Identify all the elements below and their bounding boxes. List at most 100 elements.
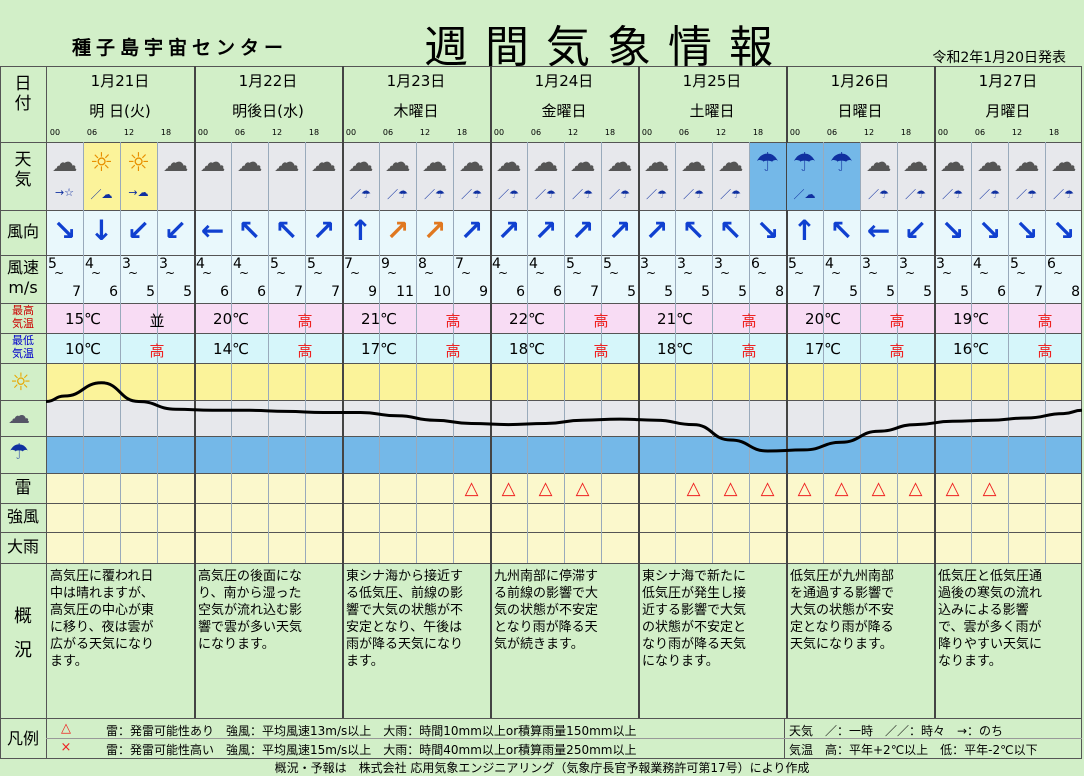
day-date: 1月27日 [978, 72, 1038, 90]
weather-change-note: ／☂ [424, 188, 445, 201]
thunder-mark: △ [834, 478, 849, 499]
weather-change-note: ／☂ [942, 188, 963, 201]
wind-speed-max: 8 [775, 284, 784, 300]
wind-arrow: ↗ [422, 214, 447, 247]
wind-arrow: ↖ [681, 214, 706, 247]
day-weekday: 土曜日 [689, 102, 735, 120]
hour-tick: 06 [382, 128, 394, 137]
wind-speed-max: 5 [146, 284, 155, 300]
wind-unit-label: m/s [8, 278, 38, 297]
day-summary: 高気圧に覆われ日 中は晴れますが、 高気圧の中心が東 に移り、夜は雲が 広がる天… [50, 569, 155, 669]
cloud-icon: ☁ [273, 148, 300, 178]
wind-speed-max: 11 [396, 284, 414, 300]
wind-speed-max: 7 [812, 284, 821, 300]
max-trend: 並 [149, 312, 165, 330]
wind-speed-max: 6 [516, 284, 525, 300]
wind-speed-max: 5 [886, 284, 895, 300]
legend-symbol-possible: △ [61, 721, 71, 736]
wind-dir-label: 風向 [6, 222, 39, 241]
hour-tick: 00 [345, 128, 357, 137]
thunder-mark: △ [945, 478, 960, 499]
left-border [0, 66, 1, 758]
wind-arrow: ↘ [1051, 214, 1076, 247]
max-trend: 高 [593, 312, 609, 330]
min-temp: 16℃ [953, 340, 989, 358]
wind-speed-max: 6 [997, 284, 1006, 300]
wind-arrow: ↘ [755, 214, 780, 247]
umbrella-icon: ☂ [792, 148, 817, 178]
wind-tilde: ~ [608, 266, 620, 280]
max-temp: 21℃ [657, 310, 693, 328]
legend-mid-line [46, 738, 1082, 739]
min-temp: 10℃ [65, 340, 101, 358]
row-divider [0, 563, 1082, 564]
wind-speed-max: 9 [368, 284, 377, 300]
min-temp: 17℃ [805, 340, 841, 358]
cloud-icon: ☁ [8, 404, 30, 429]
hour-tick: 00 [641, 128, 653, 137]
hour-tick: 06 [530, 128, 542, 137]
wind-arrow: ↗ [644, 214, 669, 247]
wind-speed-max: 5 [627, 284, 636, 300]
wind-speed-max: 7 [331, 284, 340, 300]
wind-arrow: ↑ [792, 214, 817, 247]
min-trend: 高 [889, 342, 905, 360]
weather-change-note: →☁ [128, 186, 149, 199]
min-temp: 18℃ [509, 340, 545, 358]
weather-trend-line [46, 381, 1082, 453]
cloud-icon: ☁ [421, 148, 448, 178]
row-divider [0, 303, 1082, 304]
sun-icon: ☼ [89, 148, 114, 178]
sun-icon: ☼ [10, 368, 32, 396]
weather-change-note: ／☂ [868, 188, 889, 201]
wind-tilde: ~ [53, 266, 65, 280]
day-summary: 九州南部に停滞す る前線の影響で大 気の状態が不安定 となり雨が降る天 気が続き… [494, 569, 599, 652]
hour-tick: 12 [715, 128, 727, 137]
cloud-icon: ☁ [643, 148, 670, 178]
row-divider [0, 66, 1082, 67]
hour-tick: 12 [567, 128, 579, 137]
hour-tick: 00 [789, 128, 801, 137]
weather-change-note: ／☁ [793, 188, 816, 201]
wind-arrow: ↗ [385, 214, 410, 247]
day-summary: 低気圧が九州南部 を通過する影響で 大気の状態が不安 定となり雨が降る 天気にな… [790, 569, 895, 652]
hour-tick: 06 [678, 128, 690, 137]
wind-speed-max: 7 [590, 284, 599, 300]
wind-arrow: ↗ [607, 214, 632, 247]
max-temp: 21℃ [361, 310, 397, 328]
hour-tick: 00 [49, 128, 61, 137]
max-trend: 高 [445, 312, 461, 330]
min-trend: 高 [593, 342, 609, 360]
thunder-mark: △ [797, 478, 812, 499]
wind-tilde: ~ [571, 266, 583, 280]
wind-speed-max: 9 [479, 284, 488, 300]
wind-arrow: ↗ [533, 214, 558, 247]
wind-tilde: ~ [867, 266, 879, 280]
wind-arrow: ↖ [274, 214, 299, 247]
day-weekday: 月曜日 [985, 102, 1031, 120]
thunder-mark: △ [501, 478, 516, 499]
wind-tilde: ~ [164, 266, 176, 280]
wind-tilde: ~ [497, 266, 509, 280]
weather-change-note: ／☂ [1053, 188, 1074, 201]
wind-tilde: ~ [534, 266, 546, 280]
row-divider [0, 333, 1082, 334]
wind-arrow: ↗ [496, 214, 521, 247]
wind-speed-max: 5 [183, 284, 192, 300]
wind-tilde: ~ [756, 266, 768, 280]
min-temp: 17℃ [361, 340, 397, 358]
wind-tilde: ~ [386, 266, 398, 280]
cloud-icon: ☁ [680, 148, 707, 178]
hour-tick: 18 [456, 128, 468, 137]
wind-arrow: ← [866, 214, 891, 247]
cloud-icon: ☁ [606, 148, 633, 178]
wind-tilde: ~ [201, 266, 213, 280]
thunder-mark: △ [686, 478, 701, 499]
min-trend: 高 [741, 342, 757, 360]
row-divider [0, 142, 1082, 143]
weather-change-note: ／☂ [609, 188, 630, 201]
wind-arrow: ↘ [977, 214, 1002, 247]
day-summary: 東シナ海で新たに 低気圧が発生し接 近する影響で大気 の状態が不安定と なり雨が… [642, 569, 747, 669]
wind-tilde: ~ [460, 266, 472, 280]
hour-tick: 06 [974, 128, 986, 137]
